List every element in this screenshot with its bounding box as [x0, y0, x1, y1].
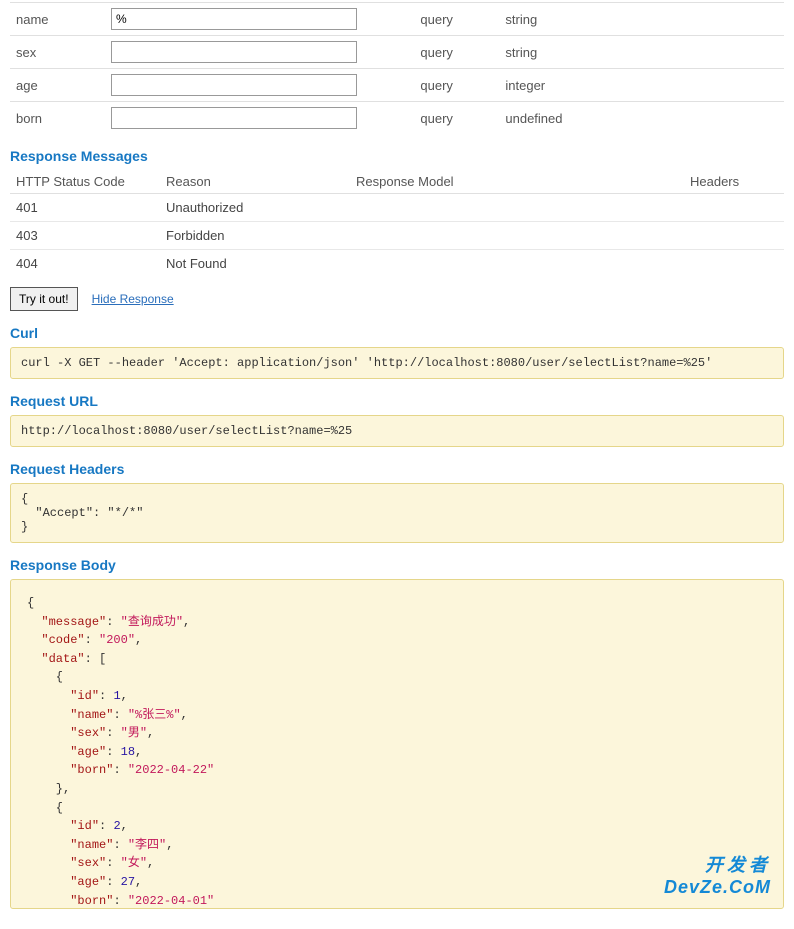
resp-header-headers: Headers [684, 170, 784, 194]
param-paramtype: query [414, 69, 499, 102]
param-row: age queryinteger [10, 69, 784, 102]
param-paramtype: query [414, 3, 499, 36]
response-body-content[interactable]: { "message": "查询成功", "code": "200", "dat… [11, 580, 783, 908]
request-headers-box: { "Accept": "*/*" } [10, 483, 784, 543]
resp-code: 404 [10, 250, 160, 278]
resp-code: 403 [10, 222, 160, 250]
resp-code: 401 [10, 194, 160, 222]
response-message-row: 401Unauthorized [10, 194, 784, 222]
param-row: sex querystring [10, 36, 784, 69]
param-paramtype: query [414, 102, 499, 135]
param-datatype: string [499, 3, 784, 36]
resp-reason: Forbidden [160, 222, 350, 250]
param-blank [365, 102, 414, 135]
param-name: born [10, 102, 105, 135]
param-input-age[interactable] [111, 74, 357, 96]
resp-reason: Unauthorized [160, 194, 350, 222]
param-row: name querystring [10, 3, 784, 36]
param-name: age [10, 69, 105, 102]
resp-model [350, 194, 684, 222]
curl-box: curl -X GET --header 'Accept: applicatio… [10, 347, 784, 379]
param-name: name [10, 3, 105, 36]
resp-header-model: Response Model [350, 170, 684, 194]
param-paramtype: query [414, 36, 499, 69]
response-message-row: 403Forbidden [10, 222, 784, 250]
resp-model [350, 222, 684, 250]
resp-headers [684, 250, 784, 278]
param-datatype: integer [499, 69, 784, 102]
request-url-box: http://localhost:8080/user/selectList?na… [10, 415, 784, 447]
response-body-title: Response Body [10, 557, 784, 573]
param-blank [365, 69, 414, 102]
response-messages-title: Response Messages [10, 148, 784, 164]
resp-header-code: HTTP Status Code [10, 170, 160, 194]
try-it-out-button[interactable]: Try it out! [10, 287, 78, 311]
param-table: namequerystringsexquerystringagequeryint… [10, 2, 784, 134]
param-datatype: string [499, 36, 784, 69]
param-name: sex [10, 36, 105, 69]
response-message-row: 404Not Found [10, 250, 784, 278]
request-headers-title: Request Headers [10, 461, 784, 477]
resp-reason: Not Found [160, 250, 350, 278]
curl-title: Curl [10, 325, 784, 341]
param-blank [365, 36, 414, 69]
request-url-title: Request URL [10, 393, 784, 409]
param-input-sex[interactable] [111, 41, 357, 63]
param-input-born[interactable] [111, 107, 357, 129]
response-body-wrap: { "message": "查询成功", "code": "200", "dat… [10, 579, 784, 909]
param-datatype: undefined [499, 102, 784, 135]
resp-headers [684, 222, 784, 250]
param-blank [365, 3, 414, 36]
response-messages-table: HTTP Status Code Reason Response Model H… [10, 170, 784, 277]
hide-response-link[interactable]: Hide Response [92, 292, 174, 306]
param-row: born queryundefined [10, 102, 784, 135]
resp-headers [684, 194, 784, 222]
resp-header-reason: Reason [160, 170, 350, 194]
param-input-name[interactable] [111, 8, 357, 30]
actions-row: Try it out! Hide Response [10, 287, 784, 311]
resp-model [350, 250, 684, 278]
